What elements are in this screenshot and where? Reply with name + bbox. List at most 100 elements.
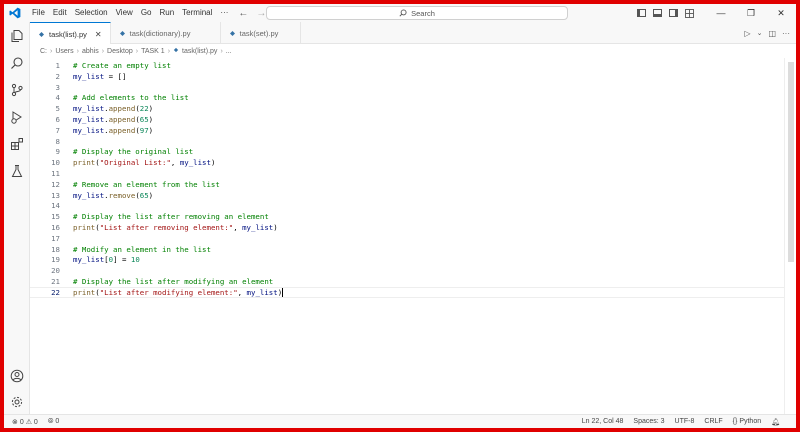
code-text: my_list[0] = 10 — [73, 255, 140, 265]
menu-item[interactable]: Run — [155, 4, 178, 22]
python-file-icon — [38, 31, 45, 38]
back-arrow-icon[interactable]: ← — [238, 8, 248, 19]
activity-bar — [4, 22, 30, 416]
run-dropdown-chevron-icon[interactable]: ⌄ — [757, 29, 763, 37]
minimize-icon[interactable]: — — [706, 4, 736, 22]
line-number: 21 — [51, 277, 60, 286]
close-window-icon[interactable]: ✕ — [766, 4, 796, 22]
search-icon — [399, 9, 407, 17]
code-line[interactable]: 1 # Create an empty list — [30, 60, 784, 71]
code-line[interactable]: 19 my_list[0] = 10 — [30, 254, 784, 265]
nav-arrows: ← → — [238, 8, 266, 19]
chevron-right-icon: › — [76, 47, 79, 55]
menu-item[interactable]: Edit — [49, 4, 71, 22]
end-of-line[interactable]: CRLF — [704, 418, 722, 425]
code-line[interactable]: 20 — [30, 265, 784, 276]
toggle-secondary-sidebar-icon[interactable] — [666, 4, 680, 22]
code-line[interactable]: 21 # Display the list after modifying an … — [30, 276, 784, 287]
code-editor[interactable]: 1 # Create an empty list 2 my_list = [] 3 4 # … — [30, 58, 784, 416]
scrollbar-thumb[interactable] — [788, 62, 794, 262]
menu-item[interactable]: Selection — [71, 4, 112, 22]
status-bar: ⊗ 0 ⚠ 0 ⦾ 0 Ln 22, Col 48 Spaces: 3 UTF-… — [4, 414, 796, 428]
ports-indicator[interactable]: ⦾ 0 — [48, 418, 59, 426]
menu-item[interactable]: Go — [137, 4, 156, 22]
toggle-primary-sidebar-icon[interactable] — [634, 4, 648, 22]
code-text: print("Original List:", my_list) — [73, 158, 216, 168]
breadcrumb-item[interactable]: abhis — [82, 48, 99, 55]
tab-task-dictionary[interactable]: task(dictionary).py — [111, 22, 221, 44]
code-line[interactable]: 3 — [30, 82, 784, 93]
forward-arrow-icon[interactable]: → — [256, 8, 266, 19]
tab-task-set[interactable]: task(set).py — [221, 22, 301, 44]
run-debug-icon[interactable] — [4, 103, 30, 130]
code-line[interactable]: 16 print("List after removing element:", … — [30, 222, 784, 233]
restore-icon[interactable]: ❐ — [736, 4, 766, 22]
manage-gear-icon[interactable] — [4, 388, 30, 415]
breadcrumb-item[interactable]: Users — [55, 48, 73, 55]
code-line[interactable]: 22 print("List after modifying element:",… — [30, 286, 784, 298]
line-number: 7 — [55, 125, 60, 135]
code-line[interactable]: 18 # Modify an element in the list — [30, 244, 784, 255]
code-line[interactable]: 11 — [30, 168, 784, 179]
toggle-panel-icon[interactable] — [650, 4, 664, 22]
breadcrumb-item[interactable]: Desktop — [107, 48, 133, 55]
code-line[interactable]: 10 print("Original List:", my_list) — [30, 157, 784, 168]
source-control-icon[interactable] — [4, 76, 30, 103]
more-actions-icon[interactable]: ··· — [782, 29, 790, 38]
code-line[interactable]: 9 # Display the original list — [30, 146, 784, 157]
window-controls: — ❐ ✕ — [633, 4, 796, 22]
menu-item[interactable]: File — [28, 4, 49, 22]
code-line[interactable]: 13 my_list.remove(65) — [30, 190, 784, 201]
language-mode[interactable]: {} Python — [733, 418, 761, 425]
explorer-icon[interactable] — [4, 22, 30, 49]
notifications-bell-icon[interactable]: 🔔︎ — [771, 418, 780, 426]
breadcrumb: C: › Users › abhis › Desktop › TASK 1 › task(… — [30, 44, 796, 58]
breadcrumb-item[interactable]: task(list).py — [182, 48, 217, 55]
breadcrumb-item[interactable]: TASK 1 — [141, 48, 165, 55]
cursor-position[interactable]: Ln 22, Col 48 — [582, 418, 624, 425]
code-line[interactable]: 15 # Display the list after removing an e… — [30, 211, 784, 222]
accounts-icon[interactable] — [4, 362, 30, 389]
line-number: 8 — [55, 136, 60, 146]
search-sidebar-icon[interactable] — [4, 49, 30, 76]
indentation[interactable]: Spaces: 3 — [633, 418, 664, 425]
code-text: # Display the original list — [73, 147, 194, 157]
code-line[interactable]: 7 my_list.append(97) — [30, 125, 784, 136]
split-editor-icon[interactable]: ◫ — [768, 29, 776, 38]
code-text: # Remove an element from the list — [73, 179, 220, 189]
tab-task-list[interactable]: task(list).py ✕ — [30, 22, 111, 45]
run-python-file-icon[interactable]: ▷ — [744, 29, 750, 38]
testing-flask-icon[interactable] — [4, 157, 30, 184]
vscode-logo-icon — [6, 4, 24, 22]
code-line[interactable]: 12 # Remove an element from the list — [30, 179, 784, 190]
encoding[interactable]: UTF-8 — [675, 418, 695, 425]
code-line[interactable]: 6 my_list.append(65) — [30, 114, 784, 125]
menu-item[interactable]: ··· — [216, 4, 232, 22]
code-line[interactable]: 17 — [30, 233, 784, 244]
breadcrumb-item[interactable]: C: — [40, 48, 47, 55]
code-text: my_list.append(22) — [73, 104, 154, 114]
line-number: 13 — [51, 190, 60, 200]
line-number: 12 — [51, 179, 60, 189]
code-text: my_list.remove(65) — [73, 190, 154, 200]
close-tab-icon[interactable]: ✕ — [95, 30, 102, 39]
problems-indicator[interactable]: ⊗ 0 ⚠ 0 — [12, 418, 38, 426]
extensions-icon[interactable] — [4, 130, 30, 157]
menu-item[interactable]: View — [112, 4, 137, 22]
line-number: 19 — [51, 255, 60, 265]
python-file-icon — [173, 47, 179, 55]
code-line[interactable]: 5 my_list.append(22) — [30, 103, 784, 114]
language-label: Python — [739, 418, 762, 425]
code-line[interactable]: 14 — [30, 200, 784, 211]
line-number: 11 — [51, 169, 60, 178]
line-number: 15 — [51, 212, 60, 222]
customize-layout-icon[interactable] — [682, 4, 696, 22]
code-line[interactable]: 8 — [30, 136, 784, 147]
code-line[interactable]: 2 my_list = [] — [30, 71, 784, 82]
code-line[interactable]: 4 # Add elements to the list — [30, 92, 784, 103]
breadcrumb-item[interactable]: ... — [226, 48, 232, 55]
menu-item[interactable]: Terminal — [178, 4, 216, 22]
editor-scrollbar[interactable] — [784, 58, 796, 416]
command-center-search[interactable]: Search — [266, 6, 568, 20]
code-text: # Add elements to the list — [73, 93, 189, 103]
